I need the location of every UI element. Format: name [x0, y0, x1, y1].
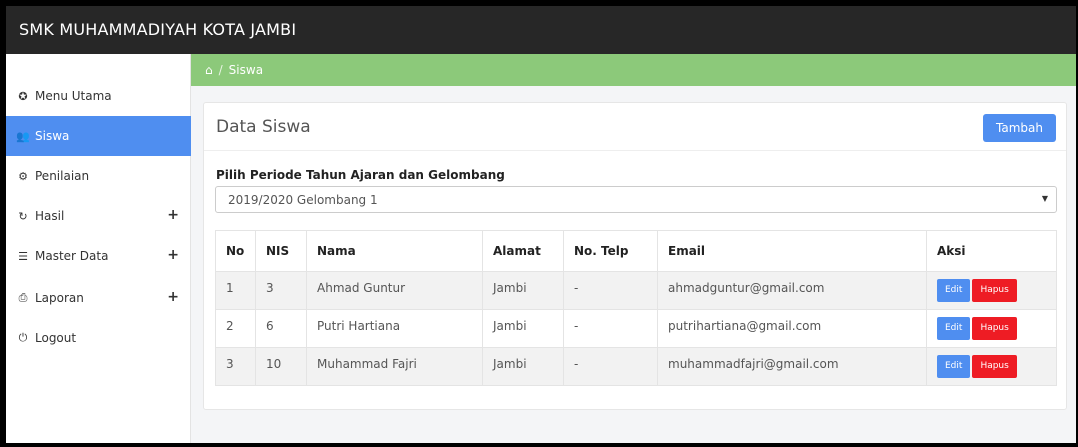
- cell-email: putrihartiana@gmail.com: [657, 309, 927, 348]
- table-row: 1 3 Ahmad Guntur Jambi - ahmadguntur@gma…: [215, 271, 1057, 310]
- edit-button[interactable]: Edit: [937, 317, 971, 340]
- refresh-icon: ↻: [18, 209, 28, 223]
- expand-plus-icon[interactable]: +: [167, 247, 179, 263]
- column-header: NIS: [255, 230, 307, 272]
- cell-nis: 10: [255, 347, 307, 386]
- sidebar-item-label: Menu Utama: [35, 89, 112, 103]
- cell-telp: -: [563, 271, 658, 310]
- sidebar-item-label: Penilaian: [35, 169, 90, 183]
- student-table: No NIS Nama Alamat No. Telp Email Aksi 1…: [215, 230, 1057, 386]
- cell-nis: 6: [255, 309, 307, 348]
- panel-header: Data Siswa Tambah: [204, 103, 1066, 151]
- filter-label: Pilih Periode Tahun Ajaran dan Gelombang: [216, 168, 505, 182]
- table-row: 3 10 Muhammad Fajri Jambi - muhammadfajr…: [215, 347, 1057, 386]
- cell-nis: 3: [255, 271, 307, 310]
- column-header: No. Telp: [563, 230, 658, 272]
- table-row: 2 6 Putri Hartiana Jambi - putrihartiana…: [215, 309, 1057, 348]
- database-icon: ☰: [18, 249, 28, 263]
- breadcrumb-current: Siswa: [228, 63, 264, 77]
- cell-telp: -: [563, 347, 658, 386]
- power-icon: ⏻: [18, 331, 28, 344]
- caret-down-icon: ▼: [1041, 194, 1048, 203]
- cell-no: 3: [215, 347, 256, 386]
- column-header: Alamat: [482, 230, 564, 272]
- sidebar-item-label: Laporan: [35, 291, 84, 305]
- page-title: Data Siswa: [216, 117, 311, 137]
- sidebar-item-logout[interactable]: ⏻ Logout: [6, 318, 191, 358]
- app-title[interactable]: SMK MUHAMMADIYAH KOTA JAMBI: [19, 20, 296, 39]
- column-header: Nama: [306, 230, 483, 272]
- column-header: No: [215, 230, 256, 272]
- home-icon[interactable]: ⌂: [205, 63, 213, 77]
- delete-button[interactable]: Hapus: [972, 317, 1017, 340]
- data-panel: Data Siswa Tambah Pilih Periode Tahun Aj…: [203, 102, 1067, 410]
- sidebar-item-master-data[interactable]: ☰ Master Data +: [6, 236, 191, 276]
- gear-icon: ⚙: [18, 169, 28, 183]
- cell-email: ahmadguntur@gmail.com: [657, 271, 927, 310]
- sidebar-item-laporan[interactable]: ⎙ Laporan +: [6, 278, 191, 318]
- cell-aksi: Edit Hapus: [926, 347, 1057, 386]
- sidebar-item-label: Siswa: [35, 129, 70, 143]
- breadcrumb-separator: /: [218, 63, 223, 77]
- cell-nama: Muhammad Fajri: [306, 347, 483, 386]
- sidebar-item-penilaian[interactable]: ⚙ Penilaian: [6, 156, 191, 196]
- expand-plus-icon[interactable]: +: [167, 289, 179, 305]
- breadcrumb: ⌂ / Siswa: [191, 54, 1076, 86]
- delete-button[interactable]: Hapus: [972, 279, 1017, 302]
- expand-plus-icon[interactable]: +: [167, 207, 179, 223]
- print-icon: ⎙: [18, 291, 28, 304]
- top-navbar: SMK MUHAMMADIYAH KOTA JAMBI: [6, 6, 1076, 54]
- cell-no: 1: [215, 271, 256, 310]
- dashboard-icon: ✪: [18, 89, 28, 103]
- users-icon: 👥: [16, 129, 30, 143]
- sidebar-item-label: Logout: [35, 331, 77, 345]
- cell-alamat: Jambi: [482, 271, 564, 310]
- cell-email: muhammadfajri@gmail.com: [657, 347, 927, 386]
- cell-no: 2: [215, 309, 256, 348]
- cell-aksi: Edit Hapus: [926, 309, 1057, 348]
- cell-telp: -: [563, 309, 658, 348]
- table-header-row: No NIS Nama Alamat No. Telp Email Aksi: [215, 230, 1057, 272]
- cell-nama: Putri Hartiana: [306, 309, 483, 348]
- sidebar: ✪ Menu Utama 👥 Siswa ⚙ Penilaian ↻ Hasil…: [6, 54, 191, 443]
- delete-button[interactable]: Hapus: [972, 355, 1017, 378]
- add-student-button[interactable]: Tambah: [983, 114, 1056, 142]
- edit-button[interactable]: Edit: [937, 355, 971, 378]
- sidebar-item-hasil[interactable]: ↻ Hasil +: [6, 196, 191, 236]
- sidebar-item-menu-utama[interactable]: ✪ Menu Utama: [6, 76, 191, 116]
- cell-aksi: Edit Hapus: [926, 271, 1057, 310]
- sidebar-item-label: Master Data: [35, 249, 109, 263]
- edit-button[interactable]: Edit: [937, 279, 971, 302]
- sidebar-item-siswa[interactable]: 👥 Siswa: [6, 116, 191, 156]
- period-select-value: 2019/2020 Gelombang 1: [228, 192, 378, 207]
- cell-alamat: Jambi: [482, 309, 564, 348]
- sidebar-item-label: Hasil: [35, 209, 65, 223]
- cell-nama: Ahmad Guntur: [306, 271, 483, 310]
- column-header: Aksi: [926, 230, 1057, 272]
- cell-alamat: Jambi: [482, 347, 564, 386]
- period-select[interactable]: 2019/2020 Gelombang 1 ▼: [215, 186, 1057, 213]
- column-header: Email: [657, 230, 927, 272]
- app-window: SMK MUHAMMADIYAH KOTA JAMBI ✪ Menu Utama…: [6, 6, 1076, 443]
